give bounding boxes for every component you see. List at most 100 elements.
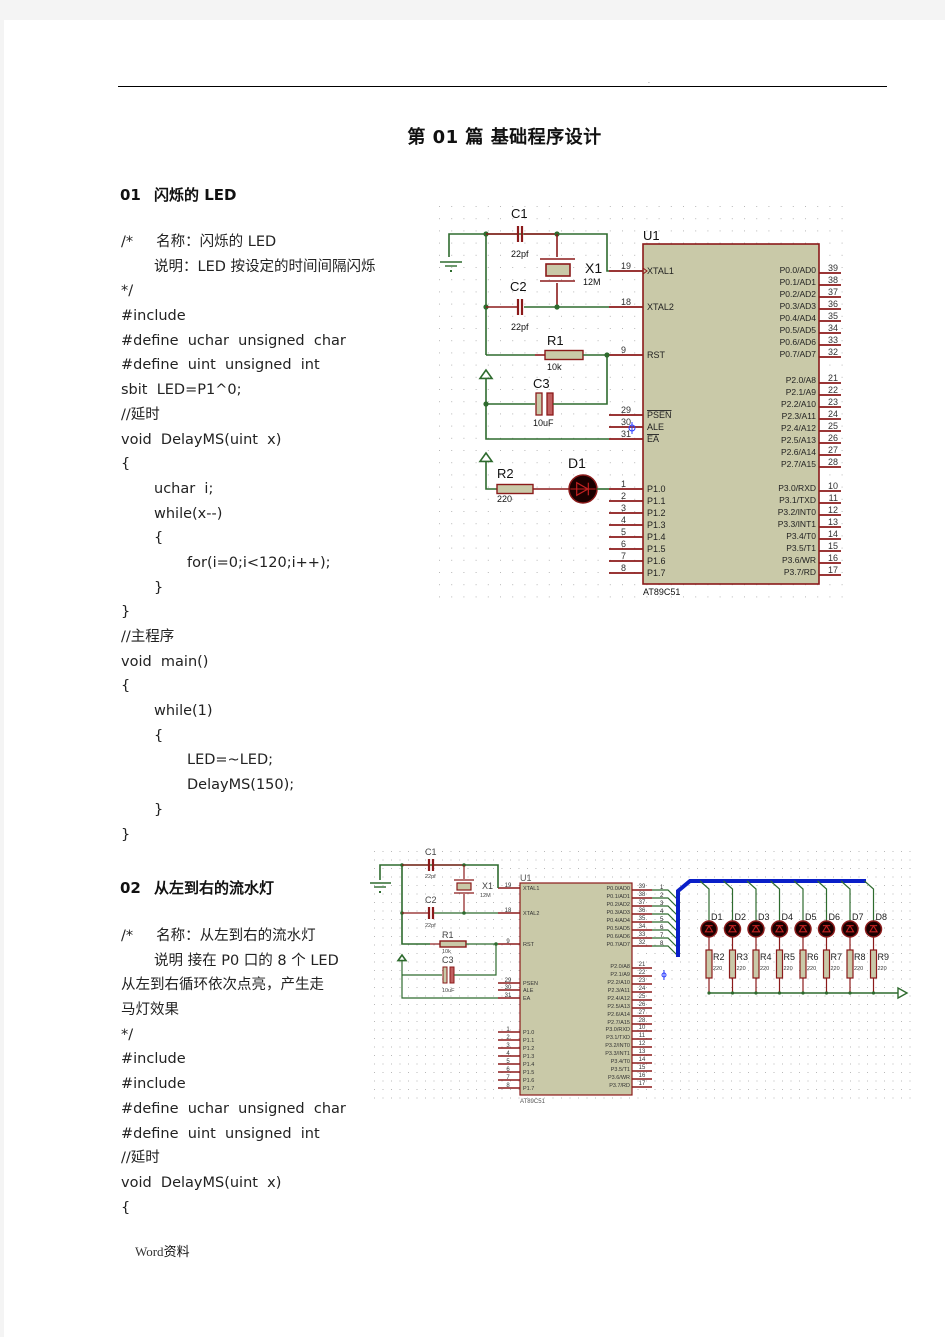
grid-dot [816,876,817,878]
grid-dot [374,987,375,988]
grid-dot [620,876,622,878]
grid-dot [450,1089,452,1090]
grid-dot [714,1021,715,1022]
grid-dot [670,230,672,232]
pin-name: P3.6/WR [608,1075,630,1081]
grid-dot [707,596,709,598]
grid-dot [858,1097,860,1099]
grid-dot [439,450,440,451]
grid-dot [399,936,401,937]
grid-dot [850,1080,851,1082]
grid-dot [683,218,684,220]
grid-dot [512,242,514,244]
grid-dot [487,279,489,281]
code-line: 从左到右循环依次点亮，产生走 [121,977,324,994]
grid-dot [391,868,392,869]
grid-dot [548,523,550,525]
grid-dot [663,1021,664,1022]
grid-dot [637,876,639,878]
grid-dot [714,893,715,895]
grid-dot [548,511,550,512]
grid-dot [476,1089,477,1090]
code-line: 说明 接在 P0 口的 8 个 LED [154,952,339,969]
grid-dot [548,328,550,329]
grid-dot [671,970,673,971]
grid-dot [442,885,443,886]
grid-dot [697,1038,698,1039]
grid-dot [487,254,489,256]
r2-ref: R2 [497,466,514,481]
grid-dot [487,425,489,427]
grid-dot [816,978,817,980]
grid-dot [622,389,623,390]
grid-dot [467,970,469,971]
grid-dot [663,1046,664,1048]
pin-name: XTAL2 [523,911,539,917]
grid-dot [714,1055,715,1056]
pin-name: P2.2/A10 [781,399,816,409]
power-terminal-icon [396,953,408,962]
grid-dot [467,893,469,895]
ground-icon [450,270,452,272]
pin-name: P1.1 [647,496,666,506]
chip-part: AT89C51 [520,1099,546,1105]
grid-dot [585,425,587,427]
grid-dot [450,1021,452,1022]
grid-dot [841,859,843,861]
resistor-ref: R2 [713,952,725,962]
grid-dot [773,1097,775,1099]
grid-dot [773,1089,775,1090]
grid-dot [484,1080,486,1082]
grid-dot [892,1038,894,1039]
grid-dot [518,927,520,929]
grid-dot [744,230,745,232]
grid-dot [680,859,681,861]
grid-dot [748,1004,749,1005]
grid-dot [585,364,587,366]
grid-dot [807,1089,809,1090]
pin-number: 35 [828,311,838,321]
grid-dot [573,376,575,378]
grid-dot [399,893,401,895]
grid-dot [569,1097,571,1099]
power-terminal-icon [478,368,494,380]
grid-dot [634,364,636,366]
grid-dot [697,1029,698,1031]
pin-number: 31 [621,429,631,439]
grid-dot [634,401,636,403]
grid-dot [382,1089,384,1090]
grid-dot [487,206,489,207]
grid-dot [765,1080,766,1082]
resistor-ref: R8 [854,952,866,962]
grid-dot [391,919,392,920]
grid-dot [875,885,877,886]
pin-name: P3.1/TXD [779,495,816,505]
grid-dot [841,596,843,598]
grid-dot [748,1089,749,1090]
grid-dot [524,535,526,537]
grid-dot [463,364,465,366]
grid-dot [807,1029,809,1031]
code-line: } [121,604,131,621]
grid-dot [548,498,550,500]
grid-dot [833,893,834,895]
grid-dot [442,919,443,920]
grid-dot [654,953,656,954]
pin-name: P3.1/TXD [606,1035,630,1041]
grid-dot [867,995,868,997]
grid-dot [790,995,792,997]
grid-dot [609,218,611,220]
grid-dot [773,1055,775,1056]
grid-dot [416,1063,418,1065]
grid-dot [586,859,588,861]
grid-dot [500,511,501,512]
grid-dot [833,876,834,878]
code-line: #define uint unsigned int [121,357,320,374]
grid-dot [782,885,783,886]
pin-name: P0.7/AD7 [606,942,630,948]
pin-number: 13 [639,1049,646,1055]
code-line: 说明：LED 按设定的时间间隔闪烁 [154,258,376,275]
grid-dot [663,1072,664,1073]
grid-dot [731,995,732,997]
grid-dot [867,859,868,861]
